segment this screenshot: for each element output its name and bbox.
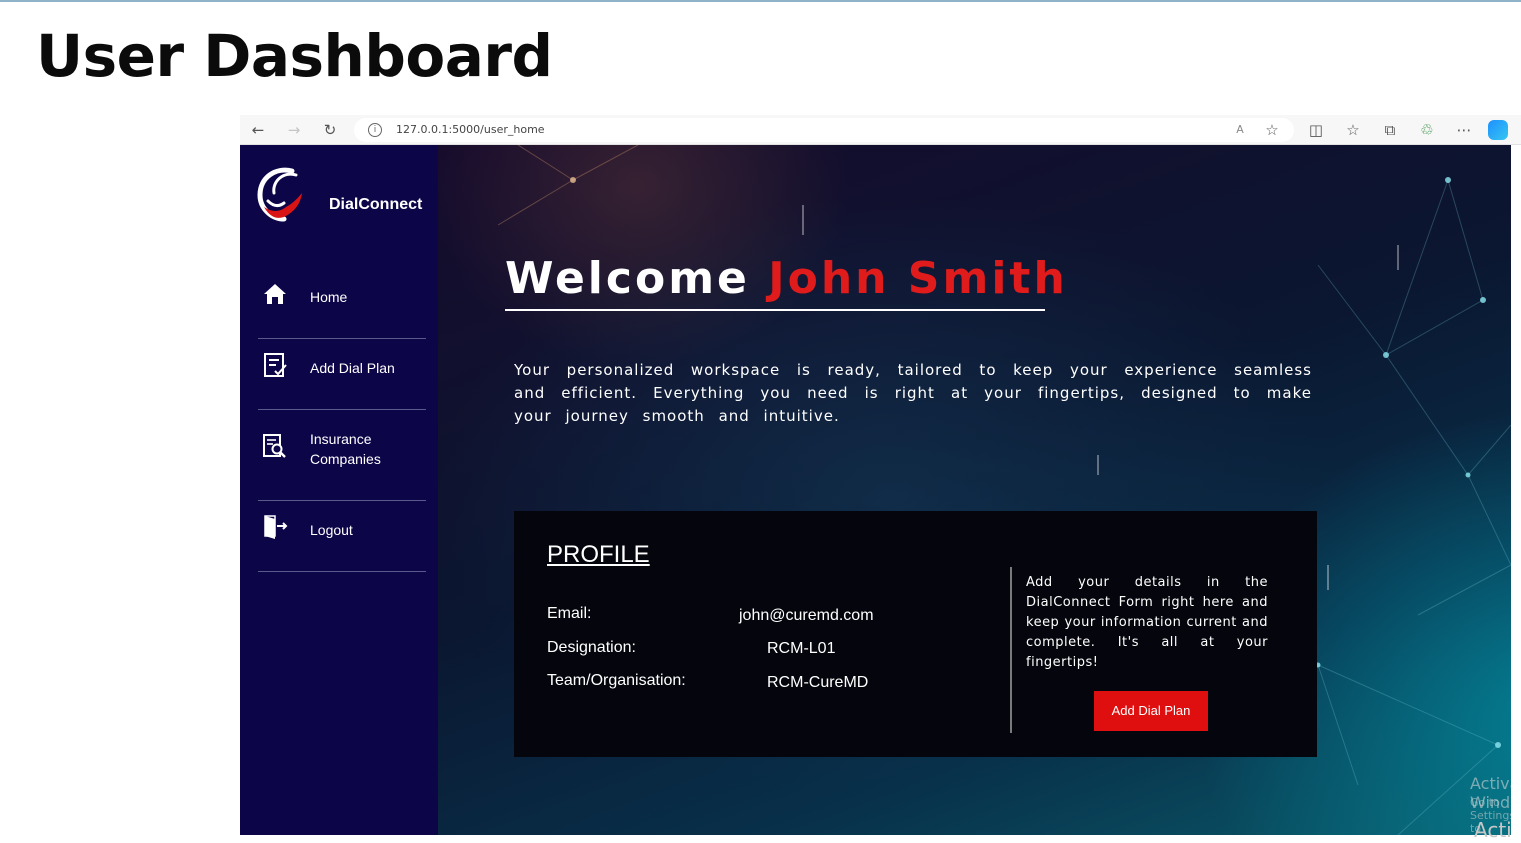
sidebar-item-label: Home bbox=[310, 289, 348, 305]
read-aloud-icon[interactable]: A bbox=[1230, 120, 1250, 140]
welcome-heading: Welcome John Smith bbox=[505, 253, 1068, 304]
sidebar-divider bbox=[258, 571, 426, 572]
sidebar-item-insurance-companies[interactable]: Insurance Companies bbox=[258, 427, 426, 471]
favorite-star-icon[interactable]: ☆ bbox=[1262, 120, 1282, 140]
form-checklist-icon bbox=[264, 353, 287, 377]
email-value: john@curemd.com bbox=[739, 607, 874, 624]
logout-door-icon bbox=[264, 515, 288, 539]
sidebar: DialConnect Home Add Dial Plan Insurance… bbox=[240, 145, 438, 835]
document-search-icon bbox=[263, 434, 286, 458]
designation-value: RCM-L01 bbox=[767, 640, 836, 657]
team-value: RCM-CureMD bbox=[767, 674, 869, 691]
more-icon[interactable]: ⋯ bbox=[1454, 120, 1474, 140]
activate-windows-overflow: Acti bbox=[1474, 818, 1512, 842]
sidebar-item-home[interactable]: Home bbox=[258, 279, 426, 313]
favorites-icon[interactable]: ☆ bbox=[1343, 120, 1363, 140]
url-text[interactable]: 127.0.0.1:5000/user_home bbox=[396, 123, 545, 136]
reload-icon[interactable]: ↻ bbox=[320, 120, 340, 140]
browser-toolbar: ← → ↻ i 127.0.0.1:5000/user_home A ☆ ◫ ☆… bbox=[240, 115, 1521, 145]
dial-plan-note: Add your details in the DialConnect Form… bbox=[1026, 575, 1268, 670]
dialconnect-logo bbox=[257, 167, 302, 222]
brand-name: DialConnect bbox=[329, 196, 423, 213]
forward-arrow-icon[interactable]: → bbox=[284, 120, 304, 140]
sidebar-item-logout[interactable]: Logout bbox=[258, 512, 426, 546]
info-icon[interactable]: i bbox=[368, 123, 382, 137]
home-icon bbox=[264, 284, 286, 304]
email-label: Email: bbox=[547, 605, 592, 622]
designation-label: Designation: bbox=[547, 639, 636, 656]
top-rule bbox=[0, 0, 1521, 2]
browser-window: ← → ↻ i 127.0.0.1:5000/user_home A ☆ ◫ ☆… bbox=[240, 115, 1521, 835]
sidebar-divider bbox=[258, 500, 426, 501]
profile-title: PROFILE bbox=[547, 541, 650, 568]
welcome-underline bbox=[505, 309, 1045, 311]
user-name: John Smith bbox=[768, 253, 1068, 304]
sidebar-item-add-dial-plan[interactable]: Add Dial Plan bbox=[258, 350, 426, 384]
welcome-prefix: Welcome bbox=[505, 253, 750, 304]
team-label: Team/Organisation: bbox=[547, 672, 686, 689]
sidebar-divider bbox=[258, 338, 426, 339]
add-dial-plan-button[interactable]: Add Dial Plan bbox=[1094, 691, 1208, 731]
sidebar-item-label: Add Dial Plan bbox=[310, 360, 395, 376]
extensions-icon[interactable]: ♲ bbox=[1417, 120, 1437, 140]
card-divider bbox=[1010, 567, 1012, 733]
split-screen-icon[interactable]: ◫ bbox=[1306, 120, 1326, 140]
collections-icon[interactable]: ⧉ bbox=[1380, 120, 1400, 140]
sidebar-item-label: Logout bbox=[310, 522, 353, 538]
page-viewport: DialConnect Home Add Dial Plan Insurance… bbox=[240, 145, 1511, 835]
back-arrow-icon[interactable]: ← bbox=[248, 120, 268, 140]
sidebar-divider bbox=[258, 409, 426, 410]
intro-paragraph: Your personalized workspace is ready, ta… bbox=[514, 361, 1312, 425]
sidebar-item-label: Insurance Companies bbox=[310, 431, 381, 467]
profile-card: PROFILE Email: john@curemd.com Designati… bbox=[514, 511, 1317, 757]
address-bar[interactable]: i 127.0.0.1:5000/user_home bbox=[354, 118, 1294, 142]
slide-title: User Dashboard bbox=[36, 22, 553, 90]
copilot-icon[interactable] bbox=[1488, 120, 1508, 140]
main-content: Welcome John Smith Your personalized wor… bbox=[438, 145, 1511, 835]
